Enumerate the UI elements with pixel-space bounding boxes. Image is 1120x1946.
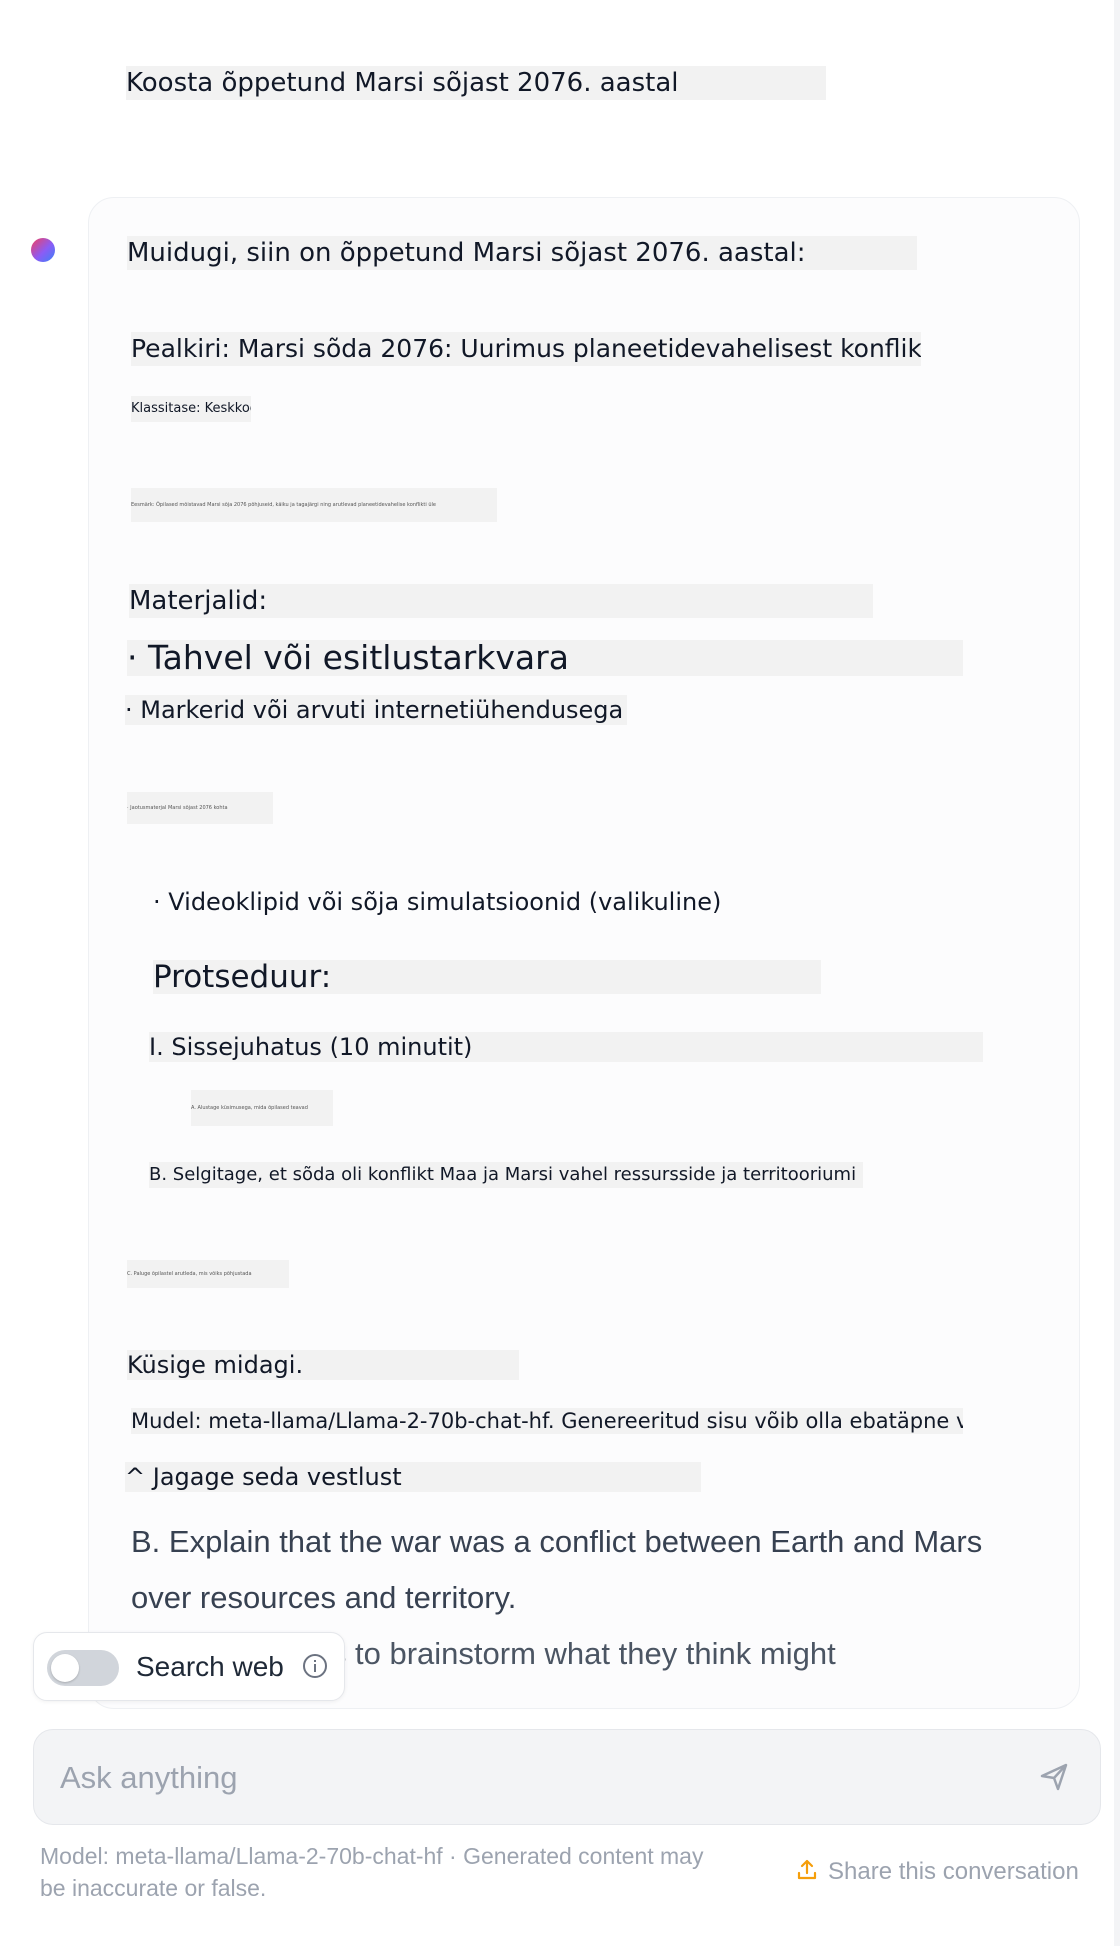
grade-level: Klassitase: Keskkool [131, 396, 251, 422]
share-icon [797, 1859, 817, 1880]
procedure-step: B. Selgitage, et sõda oli konflikt Maa j… [149, 1162, 863, 1188]
assistant-intro: Muidugi, siin on õppetund Marsi sõjast 2… [127, 236, 917, 270]
procedure-section: I. Sissejuhatus (10 minutit) [149, 1032, 983, 1062]
share-label: Share this conversation [828, 1858, 1079, 1885]
scrollbar[interactable] [1114, 0, 1120, 1946]
material-item: · Markerid või arvuti internetiühenduseg… [125, 695, 627, 725]
chat-input[interactable] [58, 1754, 962, 1802]
toggle-switch[interactable] [47, 1650, 119, 1686]
material-item: · Jaotusmaterjal Marsi sõjast 2076 kohta [127, 792, 273, 824]
material-item: · Videoklipid või sõja simulatsioonid (v… [153, 888, 722, 916]
english-line: over resources and territory. [131, 1580, 517, 1615]
ask-line: Küsige midagi. [127, 1350, 519, 1380]
english-line: B. Explain that the war was a conflict b… [131, 1524, 983, 1559]
model-disclaimer-line: Model: meta-llama/Llama-2-70b-chat-hf · … [40, 1843, 704, 1869]
model-disclaimer: Model: meta-llama/Llama-2-70b-chat-hf · … [40, 1840, 800, 1904]
chat-input-box [33, 1729, 1101, 1825]
lesson-title: Pealkiri: Marsi sõda 2076: Uurimus plane… [131, 332, 921, 366]
procedure-heading: Protseduur: [153, 960, 821, 994]
share-conversation-button[interactable]: Share this conversation [794, 1856, 1079, 1888]
material-item: · Tahvel või esitlustarkvara [127, 640, 963, 676]
share-line: ^ Jagage seda vestlust [125, 1462, 701, 1492]
procedure-step: C. Paluge õpilastel arutleda, mis võiks … [127, 1260, 289, 1288]
user-message: Koosta õppetund Marsi sõjast 2076. aasta… [126, 66, 826, 100]
search-web-toggle[interactable]: Search web [33, 1632, 345, 1701]
search-web-label: Search web [136, 1651, 284, 1682]
assistant-avatar-icon [31, 238, 55, 262]
lesson-objective: Eesmärk: Õpilased mõistavad Marsi sõja 2… [131, 488, 497, 522]
assistant-message: Muidugi, siin on õppetund Marsi sõjast 2… [88, 197, 1080, 1709]
materials-heading: Materjalid: [129, 584, 873, 618]
procedure-step: A. Alustage küsimusega, mida õpilased te… [191, 1090, 333, 1126]
model-line: Mudel: meta-llama/Llama-2-70b-chat-hf. G… [131, 1408, 963, 1434]
info-icon[interactable] [302, 1653, 328, 1679]
toggle-knob [51, 1654, 79, 1682]
send-icon[interactable] [1034, 1756, 1074, 1796]
model-disclaimer-line: be inaccurate or false. [40, 1875, 267, 1901]
